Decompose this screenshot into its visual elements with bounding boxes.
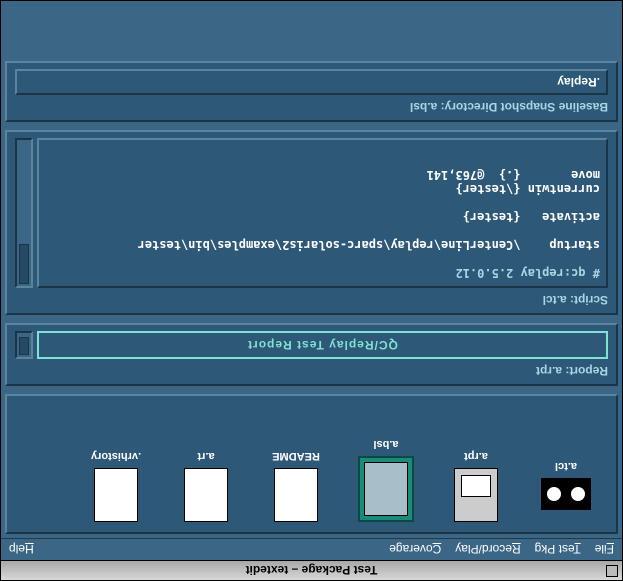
titlebar[interactable]: Test Package – textedit xyxy=(1,560,622,580)
file-label: README xyxy=(272,450,320,462)
file-label: a.tcl xyxy=(555,460,577,472)
baseline-panel: Baseline Snapshot Directory: a.bsl .Repl… xyxy=(5,61,618,122)
file-icon-README[interactable]: README xyxy=(266,450,326,522)
file-label: .vrhistory xyxy=(91,450,141,462)
menu-test-pkg[interactable]: Test Pkg xyxy=(535,543,581,557)
scrollbar-thumb[interactable] xyxy=(19,337,29,355)
script-label: Script: a.tcl xyxy=(15,293,608,307)
plain-icon xyxy=(184,468,228,522)
box-icon xyxy=(364,462,408,516)
doc-icon xyxy=(454,468,498,522)
script-panel: Script: a.tcl # qc:replay 2.5.0.12 start… xyxy=(5,130,618,315)
file-icon-a-rpt[interactable]: a.rpt xyxy=(446,450,506,522)
menu-coverage[interactable]: Coverage xyxy=(389,543,441,557)
report-label: Report: a.rpt xyxy=(15,364,608,378)
menu-file[interactable]: File xyxy=(595,543,614,557)
menubar: File Test Pkg Record/Play Coverage Help xyxy=(1,538,622,560)
report-title: QC/Replay Test Report xyxy=(37,331,608,359)
script-content[interactable]: # qc:replay 2.5.0.12 startup \CenterLine… xyxy=(37,138,608,288)
plain-icon xyxy=(94,468,138,522)
baseline-label: Baseline Snapshot Directory: a.bsl xyxy=(15,100,608,114)
scrollbar-thumb[interactable] xyxy=(19,244,29,284)
file-icon-a-bsl[interactable]: a.bsl xyxy=(356,438,416,522)
file-icon--vrhistory[interactable]: .vrhistory xyxy=(86,450,146,522)
menu-record-play[interactable]: Record/Play xyxy=(455,543,520,557)
tape-icon xyxy=(541,478,591,510)
menu-help[interactable]: Help xyxy=(9,543,34,557)
file-icon-area: a.tcl a.rpt a.bsl README a.rt .vrhistory xyxy=(5,394,618,534)
script-scrollbar[interactable] xyxy=(15,138,33,288)
report-panel: Report: a.rpt QC/Replay Test Report xyxy=(5,323,618,386)
baseline-input[interactable]: .Replay xyxy=(15,69,608,95)
plain-icon xyxy=(274,468,318,522)
window-title: Test Package – textedit xyxy=(246,564,378,578)
file-label: a.bsl xyxy=(373,438,398,450)
report-scrollbar[interactable] xyxy=(15,331,33,359)
file-label: a.rt xyxy=(197,450,214,462)
file-icon-a-rt[interactable]: a.rt xyxy=(176,450,236,522)
file-label: a.rpt xyxy=(464,450,488,462)
file-icon-a-tcl[interactable]: a.tcl xyxy=(536,460,596,522)
app-window: Test Package – textedit File Test Pkg Re… xyxy=(0,0,623,581)
window-menu-icon[interactable] xyxy=(606,565,618,577)
